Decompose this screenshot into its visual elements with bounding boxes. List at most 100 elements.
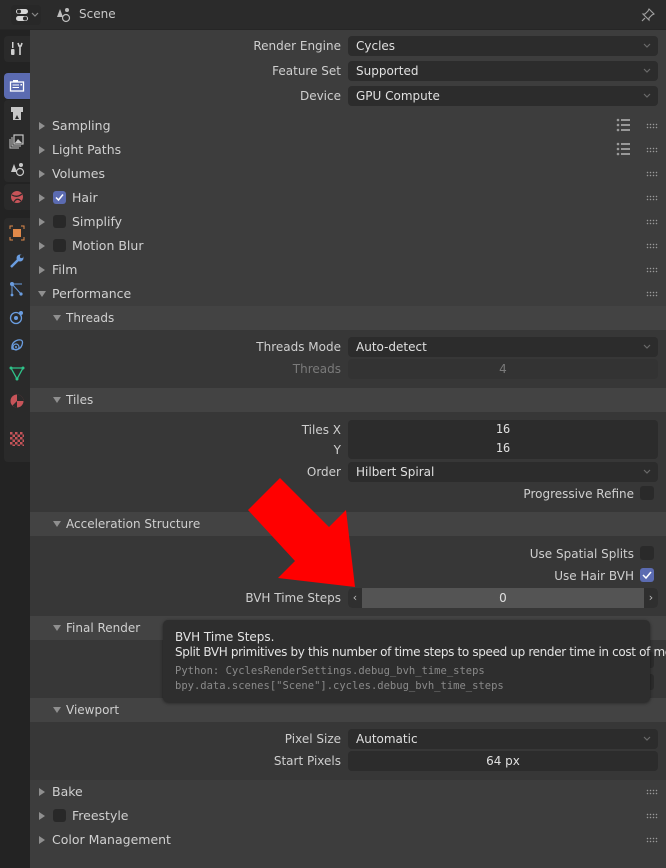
panel-light-paths[interactable]: Light Paths xyxy=(30,138,666,162)
pixel-size-row: Pixel Size Automatic xyxy=(30,728,666,750)
threads-field: 4 xyxy=(348,359,658,379)
panel-title: Hair xyxy=(72,190,98,205)
tab-data[interactable] xyxy=(4,360,30,386)
pin-icon[interactable] xyxy=(640,7,656,23)
pixel-size-value: Automatic xyxy=(356,732,418,746)
panel-freestyle[interactable]: Freestyle xyxy=(30,804,666,828)
drag-handle-icon[interactable] xyxy=(646,123,658,129)
collapse-triangle-icon xyxy=(53,707,61,713)
panel-bake[interactable]: Bake xyxy=(30,780,666,804)
subpanel-title: Tiles xyxy=(66,393,94,407)
hair-bvh-label: Use Hair BVH xyxy=(554,569,634,583)
panel-performance[interactable]: Performance xyxy=(30,282,666,306)
expand-triangle-icon xyxy=(39,242,45,250)
presets-list-icon[interactable] xyxy=(616,118,632,132)
tab-particles[interactable] xyxy=(4,276,30,302)
collapse-triangle-icon xyxy=(38,291,46,297)
tab-physics[interactable] xyxy=(4,304,30,330)
tab-render[interactable] xyxy=(4,73,30,99)
properties-tabs xyxy=(0,30,30,868)
collapse-triangle-icon xyxy=(53,315,61,321)
panel-title: Performance xyxy=(52,286,132,301)
subpanel-threads[interactable]: Threads xyxy=(30,306,666,330)
panel-title: Motion Blur xyxy=(72,238,144,253)
progressive-refine-checkbox[interactable] xyxy=(640,486,654,500)
tooltip-data-path: bpy.data.scenes["Scene"].cycles.debug_bv… xyxy=(175,680,504,692)
feature-set-label: Feature Set xyxy=(272,64,341,78)
threads-mode-value: Auto-detect xyxy=(356,340,427,354)
panel-sampling[interactable]: Sampling xyxy=(30,114,666,138)
panel-hair[interactable]: Hair xyxy=(30,186,666,210)
feature-set-dropdown[interactable]: Supported xyxy=(348,61,658,81)
tiles-x-label: Tiles X xyxy=(301,423,341,437)
tab-texture[interactable] xyxy=(4,426,30,452)
motion-blur-enable-checkbox[interactable] xyxy=(53,239,66,252)
tab-material[interactable] xyxy=(4,388,30,414)
subpanel-acceleration-structure[interactable]: Acceleration Structure xyxy=(30,512,666,536)
drag-handle-icon[interactable] xyxy=(646,789,658,795)
subpanel-tiles[interactable]: Tiles xyxy=(30,388,666,412)
order-dropdown[interactable]: Hilbert Spiral xyxy=(348,462,658,482)
drag-handle-icon[interactable] xyxy=(646,219,658,225)
panel-volumes[interactable]: Volumes xyxy=(30,162,666,186)
chevron-down-icon xyxy=(643,43,651,48)
bvh-time-steps-value: 0 xyxy=(499,591,507,605)
drag-handle-icon[interactable] xyxy=(646,147,658,153)
bvh-time-steps-field[interactable]: ‹ 0 › xyxy=(348,588,658,608)
tiles-y-field[interactable]: 16 xyxy=(348,439,658,459)
panel-film[interactable]: Film xyxy=(30,258,666,282)
drag-handle-icon[interactable] xyxy=(646,243,658,249)
drag-handle-icon[interactable] xyxy=(646,837,658,843)
increment-arrow-icon[interactable]: › xyxy=(644,588,658,608)
tab-object[interactable] xyxy=(4,220,30,246)
tab-constraints[interactable] xyxy=(4,332,30,358)
spatial-splits-checkbox[interactable] xyxy=(640,546,654,560)
freestyle-enable-checkbox[interactable] xyxy=(53,809,66,822)
tab-world[interactable] xyxy=(4,184,30,210)
tiles-x-field[interactable]: 16 xyxy=(348,420,658,439)
panel-color-management[interactable]: Color Management xyxy=(30,828,666,852)
hair-bvh-row: Use Hair BVH xyxy=(30,565,666,587)
tab-view-layer[interactable] xyxy=(4,128,30,154)
expand-triangle-icon xyxy=(39,194,45,202)
drag-handle-icon[interactable] xyxy=(646,267,658,273)
feature-set-row: Feature Set Supported xyxy=(30,60,666,82)
viewport-body: Pixel Size Automatic Start Pixels 64 px xyxy=(30,722,666,780)
hair-enable-checkbox[interactable] xyxy=(53,191,66,204)
tab-modifiers[interactable] xyxy=(4,248,30,274)
pixel-size-dropdown[interactable]: Automatic xyxy=(348,729,658,749)
drag-handle-icon[interactable] xyxy=(646,171,658,177)
world-icon xyxy=(11,191,23,203)
presets-list-icon[interactable] xyxy=(616,142,632,156)
simplify-enable-checkbox[interactable] xyxy=(53,215,66,228)
acceleration-body: Use Spatial Splits Use Hair BVH BVH Time… xyxy=(30,536,666,616)
threads-value: 4 xyxy=(499,362,507,376)
editor-type-button[interactable] xyxy=(11,5,41,25)
chevron-down-icon xyxy=(643,344,651,349)
panel-title: Bake xyxy=(52,784,83,799)
tab-scene[interactable] xyxy=(4,156,30,182)
particles-icon xyxy=(10,282,23,297)
scene-icon xyxy=(11,163,25,177)
expand-triangle-icon xyxy=(39,812,45,820)
tab-output[interactable] xyxy=(4,100,30,126)
drag-handle-icon[interactable] xyxy=(646,813,658,819)
hair-bvh-checkbox[interactable] xyxy=(640,568,654,582)
object-icon xyxy=(9,225,25,241)
panel-title: Simplify xyxy=(72,214,123,229)
scene-icon xyxy=(57,8,71,23)
properties-editor-icon xyxy=(16,9,39,21)
render-engine-dropdown[interactable]: Cycles xyxy=(348,36,658,56)
expand-triangle-icon xyxy=(39,788,45,796)
expand-triangle-icon xyxy=(39,146,45,154)
panel-simplify[interactable]: Simplify xyxy=(30,210,666,234)
panel-motion-blur[interactable]: Motion Blur xyxy=(30,234,666,258)
mesh-data-icon xyxy=(9,366,25,381)
order-value: Hilbert Spiral xyxy=(356,465,435,479)
device-dropdown[interactable]: GPU Compute xyxy=(348,86,658,106)
tab-tool[interactable] xyxy=(4,36,30,62)
start-pixels-field[interactable]: 64 px xyxy=(348,751,658,771)
threads-mode-dropdown[interactable]: Auto-detect xyxy=(348,337,658,357)
drag-handle-icon[interactable] xyxy=(646,195,658,201)
drag-handle-icon[interactable] xyxy=(646,291,658,297)
